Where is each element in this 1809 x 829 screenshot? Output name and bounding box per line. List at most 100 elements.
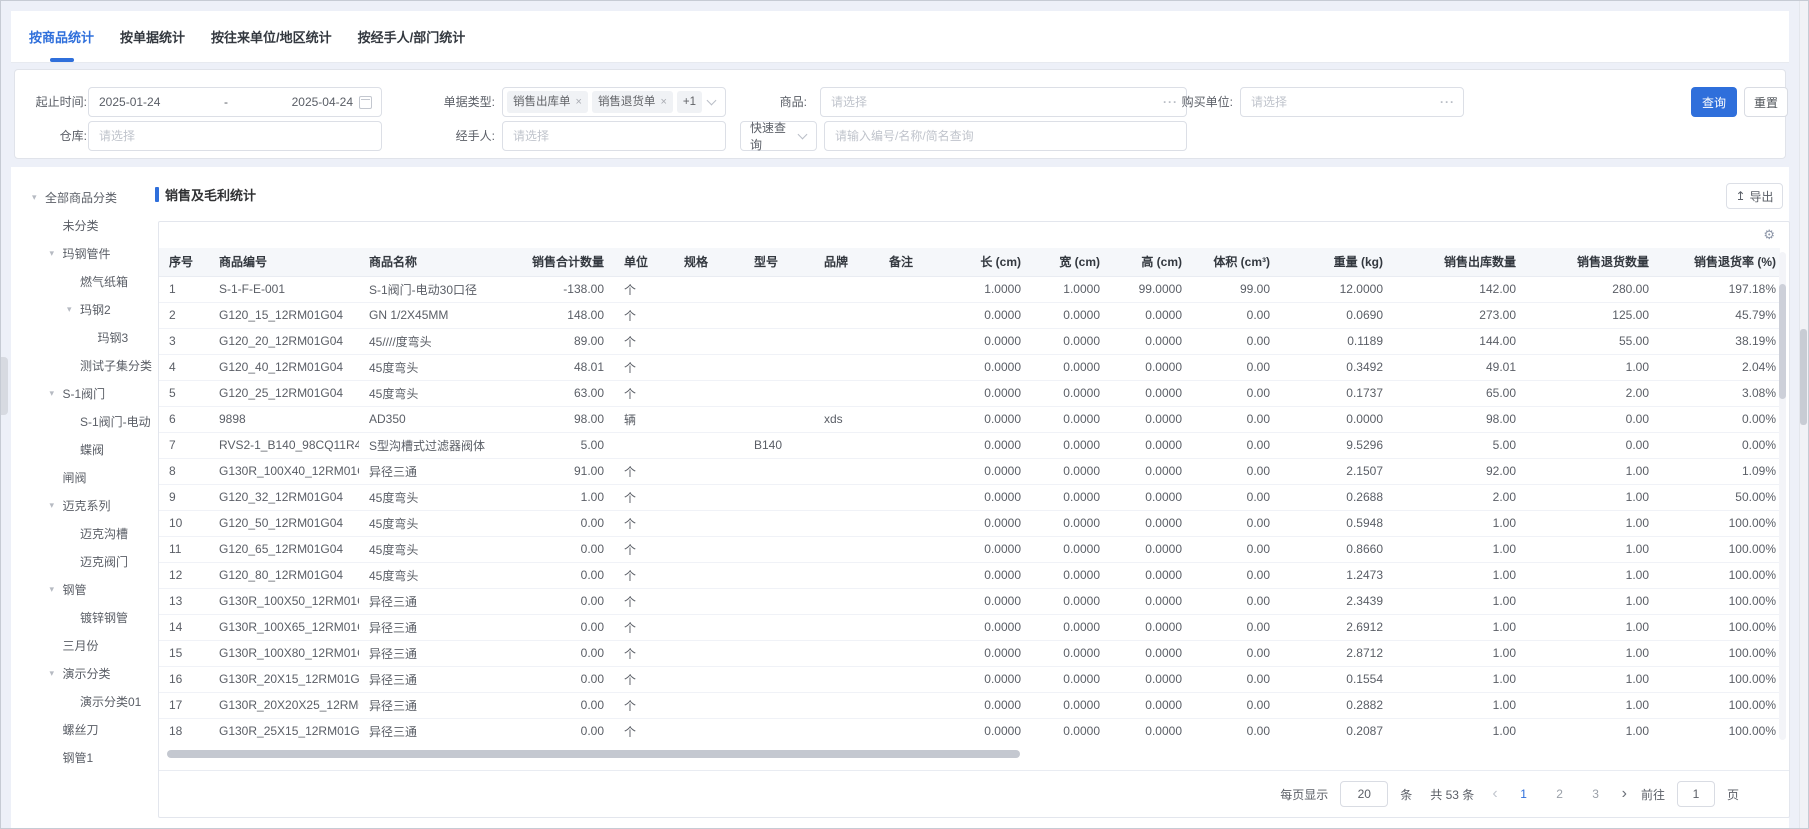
caret-down-icon[interactable]: ▾ — [50, 584, 63, 595]
column-header[interactable]: 型号 — [744, 248, 814, 277]
handler-input[interactable] — [503, 129, 725, 143]
table-row[interactable]: 1 S-1-F-E-001 S-1阀门-电动30口径 -138.00 个 1.0000 1.… — [159, 276, 1780, 303]
column-header[interactable]: 商品编号 — [209, 248, 359, 277]
table-row[interactable]: 9 G120_32_12RM01G04 45度弯头 1.00 个 0.0000 0.0000… — [159, 484, 1780, 511]
close-icon[interactable]: × — [660, 91, 666, 113]
date-range-input[interactable]: 2025-01-24 - 2025-04-24 — [88, 87, 382, 117]
column-header[interactable]: 体积 (cm³) — [1192, 248, 1280, 277]
tab-item[interactable]: 按单据统计 — [120, 11, 185, 62]
export-button[interactable]: ↥ 导出 — [1726, 183, 1783, 209]
tree-item[interactable]: ▾ 玛钢管件 — [11, 239, 157, 267]
tree-item[interactable]: 演示分类01 — [11, 687, 157, 715]
table-row[interactable]: 3 G120_20_12RM01G04 45////度弯头 89.00 个 0.0000 0… — [159, 328, 1780, 355]
cell: 0.00 — [1526, 432, 1659, 459]
ellipsis-icon[interactable]: ··· — [1432, 95, 1463, 109]
cell: 0.0000 — [1031, 536, 1110, 563]
table-row[interactable]: 10 G120_50_12RM01G04 45度弯头 0.00 个 0.0000 0.000… — [159, 510, 1780, 537]
tree-item[interactable]: 钢管1 — [11, 743, 157, 771]
table-row[interactable]: 14G130R_100X65_12RM01G04异径三通0.00个0.00000… — [159, 614, 1780, 641]
column-header[interactable]: 品牌 — [814, 248, 879, 277]
table-row[interactable]: 16 G130R_20X15_12RM01G04 异径三通 0.00 个 0.0000 0.… — [159, 666, 1780, 693]
doc-type-select[interactable]: 销售出库单 × 销售退货单 × +1 — [502, 87, 726, 117]
table-row[interactable]: 17G130R_20X20X25_12RM01G...异径三通0.00个0.00… — [159, 692, 1780, 719]
tree-item[interactable]: 燃气纸箱 — [11, 267, 157, 295]
prev-page-icon[interactable]: ‹ — [1492, 785, 1497, 803]
column-header[interactable]: 重量 (kg) — [1280, 248, 1393, 277]
column-header[interactable]: 销售合计数量 — [509, 248, 614, 277]
table-row[interactable]: 13G130R_100X50_12RM01G04异径三通0.00个0.00000… — [159, 588, 1780, 615]
tree-item[interactable]: 镀锌钢管 — [11, 603, 157, 631]
column-header[interactable]: 序号 — [159, 248, 209, 277]
close-icon[interactable]: × — [576, 91, 582, 113]
tab-item[interactable]: 按商品统计 — [29, 11, 94, 62]
column-header[interactable]: 宽 (cm) — [1031, 248, 1110, 277]
caret-down-icon[interactable]: ▾ — [50, 388, 63, 399]
page-number[interactable]: 2 — [1550, 787, 1570, 801]
caret-down-icon[interactable]: ▾ — [50, 500, 63, 511]
table-row[interactable]: 12 G120_80_12RM01G04 45度弯头 0.00 个 0.0000 0.000… — [159, 562, 1780, 589]
left-drawer-handle[interactable] — [1, 357, 8, 415]
column-header[interactable]: 规格 — [674, 248, 744, 277]
table-row[interactable]: 11 G120_65_12RM01G04 45度弯头 0.00 个 0.0000 0.000… — [159, 536, 1780, 563]
tree-item[interactable]: 未分类 — [11, 211, 157, 239]
horizontal-scrollbar-thumb[interactable] — [167, 750, 1020, 758]
tree-item[interactable]: 闸阀 — [11, 463, 157, 491]
tree-item[interactable]: 玛钢3 — [11, 323, 157, 351]
tree-item[interactable]: 蝶阀 — [11, 435, 157, 463]
cell — [744, 588, 814, 615]
next-page-icon[interactable]: › — [1622, 785, 1627, 803]
reset-button[interactable]: 重置 — [1744, 87, 1788, 117]
column-header[interactable]: 销售退货数量 — [1526, 248, 1659, 277]
table-row[interactable]: 18 G130R_25X15_12RM01G04 异径三通 0.00 个 0.0000 0.… — [159, 718, 1780, 744]
column-header[interactable]: 单位 — [614, 248, 674, 277]
tree-item[interactable]: ▾ S-1阀门 — [11, 379, 157, 407]
tree-item[interactable]: 三月份 — [11, 631, 157, 659]
tab-item[interactable]: 按往来单位/地区统计 — [211, 11, 332, 62]
page-size-input[interactable]: 20 — [1340, 781, 1389, 807]
window-scrollbar-thumb[interactable] — [1800, 329, 1807, 425]
buyer-input[interactable] — [1241, 95, 1432, 109]
cell — [744, 536, 814, 563]
tree-item[interactable]: ▾ 玛钢2 — [11, 295, 157, 323]
column-header[interactable]: 长 (cm) — [949, 248, 1031, 277]
table-row[interactable]: 15G130R_100X80_12RM01G04异径三通0.00个0.00000… — [159, 640, 1780, 667]
vertical-scrollbar-thumb[interactable] — [1779, 284, 1786, 399]
tab-item[interactable]: 按经手人/部门统计 — [358, 11, 466, 62]
quick-search-select[interactable]: 快速查询 — [740, 121, 817, 152]
caret-down-icon[interactable]: ▾ — [67, 304, 80, 315]
tree-item[interactable]: S-1阀门-电动 — [11, 407, 157, 435]
tree-item[interactable]: 迈克沟槽 — [11, 519, 157, 547]
search-button[interactable]: 查询 — [1691, 87, 1737, 117]
tree-item[interactable]: 测试子集分类 — [11, 351, 157, 379]
date-start-value: 2025-01-24 — [99, 95, 161, 109]
tree-item[interactable]: ▾ 钢管 — [11, 575, 157, 603]
tree-item[interactable]: 迈克阀门 — [11, 547, 157, 575]
column-header[interactable]: 商品名称 — [359, 248, 509, 277]
cell: G130R_100X40_12RM01G04 — [209, 458, 359, 485]
product-input[interactable] — [821, 95, 1155, 109]
cell: 个 — [614, 380, 674, 407]
caret-down-icon[interactable]: ▾ — [50, 248, 63, 259]
caret-down-icon[interactable]: ▾ — [50, 668, 63, 679]
tree-item[interactable]: ▾ 演示分类 — [11, 659, 157, 687]
gear-icon[interactable]: ⚙ — [1763, 227, 1775, 243]
table-row[interactable]: 2 G120_15_12RM01G04 GN 1/2X45MM 148.00 个 0.00… — [159, 302, 1780, 329]
column-header[interactable]: 备注 — [879, 248, 949, 277]
tree-item[interactable]: 螺丝刀 — [11, 715, 157, 743]
table-row[interactable]: 7 RVS2-1_B140_98CQ11R40 S型沟槽式过滤器阀体 5.00 B140… — [159, 432, 1780, 459]
caret-down-icon[interactable]: ▾ — [32, 192, 45, 203]
column-header[interactable]: 高 (cm) — [1110, 248, 1192, 277]
tree-item[interactable]: ▾ 迈克系列 — [11, 491, 157, 519]
table-row[interactable]: 8G130R_100X40_12RM01G04异径三通91.00个0.00000… — [159, 458, 1780, 485]
keyword-search-input[interactable] — [825, 129, 1186, 143]
table-row[interactable]: 5 G120_25_12RM01G04 45度弯头 63.00 个 0.0000 0.000… — [159, 380, 1780, 407]
page-number[interactable]: 1 — [1514, 787, 1534, 801]
warehouse-input[interactable] — [89, 129, 381, 143]
table-row[interactable]: 4 G120_40_12RM01G04 45度弯头 48.01 个 0.0000 0.000… — [159, 354, 1780, 381]
page-number[interactable]: 3 — [1586, 787, 1606, 801]
goto-page-input[interactable]: 1 — [1676, 781, 1715, 807]
table-row[interactable]: 6 9898 AD350 98.00 辆 xds 0.0000 0.0000 0.0000 0.0… — [159, 406, 1780, 433]
column-header[interactable]: 销售出库数量 — [1393, 248, 1526, 277]
column-header[interactable]: 销售退货率 (%) — [1659, 248, 1780, 277]
tree-item[interactable]: ▾ 全部商品分类 — [11, 183, 157, 211]
